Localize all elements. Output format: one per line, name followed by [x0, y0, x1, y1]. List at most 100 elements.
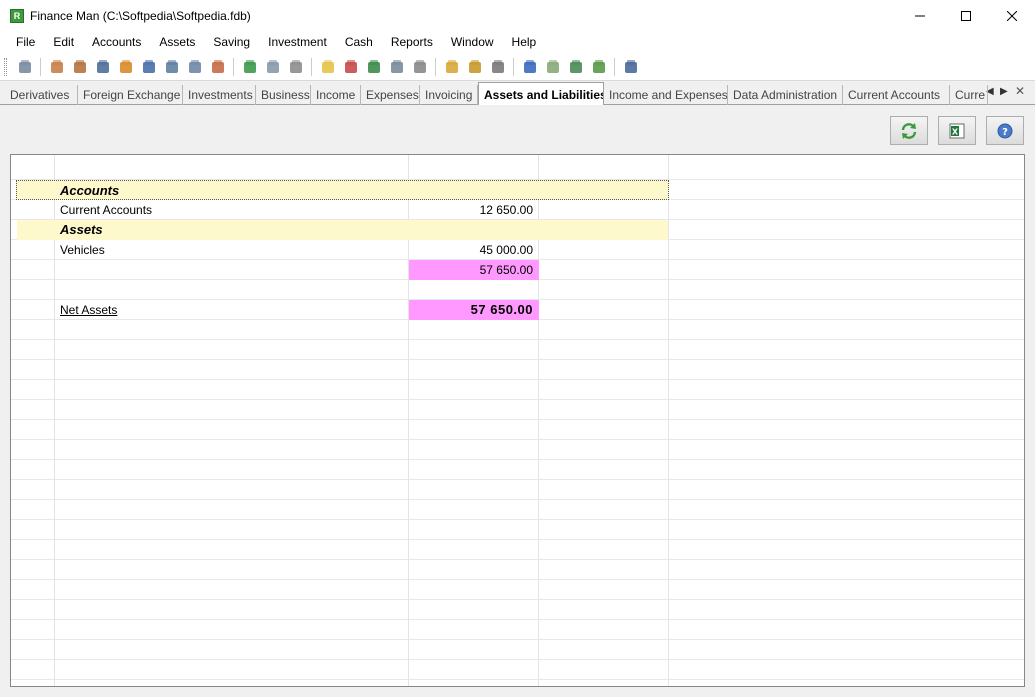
tab-income-and-expenses[interactable]: Income and Expenses — [604, 85, 728, 105]
calculator-icon[interactable] — [489, 58, 507, 76]
tab-next-icon[interactable]: ▶ — [1000, 86, 1008, 97]
menu-file[interactable]: File — [7, 31, 44, 54]
help-button[interactable]: ? — [986, 116, 1024, 145]
assets-subtotal-row[interactable]: 57 650.00 — [11, 260, 1024, 280]
printer-icon[interactable] — [287, 58, 305, 76]
grid-row[interactable] — [11, 640, 1024, 660]
house-icon[interactable] — [117, 58, 135, 76]
vehicles-row[interactable]: Vehicles 45 000.00 — [11, 240, 1024, 260]
grid-row[interactable] — [11, 600, 1024, 620]
basket-icon[interactable] — [411, 58, 429, 76]
form-icon[interactable] — [622, 58, 640, 76]
close-icon — [1007, 10, 1017, 21]
truck-icon[interactable] — [163, 58, 181, 76]
person-card-icon[interactable] — [209, 58, 227, 76]
menu-saving[interactable]: Saving — [204, 31, 259, 54]
assets-section-row[interactable]: Assets — [17, 220, 668, 240]
grid-row[interactable] — [11, 680, 1024, 686]
tab-curre[interactable]: Curre — [950, 85, 988, 105]
menu-investment[interactable]: Investment — [259, 31, 336, 54]
toolbar-separator — [233, 58, 234, 76]
maximize-button[interactable] — [943, 0, 989, 31]
tab-investments[interactable]: Investments — [183, 85, 256, 105]
net-assets-row[interactable]: Net Assets 57 650.00 — [11, 300, 1024, 320]
house-people-icon[interactable] — [71, 58, 89, 76]
menu-cash[interactable]: Cash — [336, 31, 382, 54]
coins-stack-icon[interactable] — [466, 58, 484, 76]
menu-window[interactable]: Window — [442, 31, 503, 54]
tab-expenses[interactable]: Expenses — [361, 85, 420, 105]
grid-row[interactable] — [11, 420, 1024, 440]
bar-chart-icon[interactable] — [521, 58, 539, 76]
tab-derivatives[interactable]: Derivatives — [5, 85, 78, 105]
toolbar-separator — [614, 58, 615, 76]
toolbar-separator — [40, 58, 41, 76]
grid-row[interactable] — [11, 160, 1024, 180]
toolbar-grip[interactable] — [4, 58, 7, 76]
toolbar-separator — [435, 58, 436, 76]
tab-invoicing[interactable]: Invoicing — [420, 85, 478, 105]
tab-close-icon[interactable]: ✕ — [1015, 84, 1025, 98]
report-grid[interactable]: Accounts Current Accounts 12 650.00 Asse… — [10, 154, 1025, 687]
grid-row[interactable] — [11, 400, 1024, 420]
grid-row[interactable] — [11, 440, 1024, 460]
document-add-icon[interactable] — [544, 58, 562, 76]
accounts-section-row[interactable]: Accounts — [16, 180, 669, 200]
export-excel-button[interactable]: X — [938, 116, 976, 145]
pie-chart-icon[interactable] — [342, 58, 360, 76]
grid-row[interactable] — [11, 360, 1024, 380]
tab-data-administration[interactable]: Data Administration — [728, 85, 843, 105]
toolbar-separator — [513, 58, 514, 76]
grid-row[interactable] — [11, 580, 1024, 600]
close-button[interactable] — [989, 0, 1035, 31]
grid-row[interactable] — [11, 380, 1024, 400]
minimize-icon — [915, 15, 925, 16]
menu-accounts[interactable]: Accounts — [83, 31, 150, 54]
grid-row[interactable] — [11, 620, 1024, 640]
grid-row[interactable] — [11, 540, 1024, 560]
grid-row[interactable] — [11, 520, 1024, 540]
tab-assets-and-liabilities[interactable]: Assets and Liabilities — [478, 82, 604, 106]
grid-row[interactable] — [11, 320, 1024, 340]
tab-current-accounts[interactable]: Current Accounts — [843, 85, 950, 105]
grid-row[interactable] — [11, 500, 1024, 520]
report-panel: X ? Accounts Current Accounts 12 650.00 … — [0, 105, 1035, 697]
globe-refresh-icon[interactable] — [590, 58, 608, 76]
current-accounts-row[interactable]: Current Accounts 12 650.00 — [11, 200, 1024, 220]
money-plant-icon[interactable] — [241, 58, 259, 76]
globe-search-icon[interactable] — [567, 58, 585, 76]
grid-row[interactable] — [11, 340, 1024, 360]
tab-business[interactable]: Business — [256, 85, 311, 105]
cash-register-icon[interactable] — [264, 58, 282, 76]
computer-icon[interactable] — [186, 58, 204, 76]
car-people-icon[interactable] — [94, 58, 112, 76]
grid-row[interactable] — [11, 460, 1024, 480]
tab-income[interactable]: Income — [311, 85, 361, 105]
net-assets-value: 57 650.00 — [409, 300, 539, 320]
scanner-icon[interactable] — [388, 58, 406, 76]
coins-icon[interactable] — [443, 58, 461, 76]
tab-foreign-exchange[interactable]: Foreign Exchange — [78, 85, 183, 105]
new-document-icon[interactable] — [319, 58, 337, 76]
grid-row[interactable] — [11, 480, 1024, 500]
current-accounts-label: Current Accounts — [60, 203, 153, 217]
net-assets-link[interactable]: Net Assets — [60, 300, 117, 320]
app-icon: R — [10, 8, 24, 23]
grid-row[interactable] — [11, 560, 1024, 580]
menu-reports[interactable]: Reports — [382, 31, 442, 54]
assets-section-title: Assets — [60, 222, 103, 237]
excel-icon: X — [949, 123, 965, 138]
menu-help[interactable]: Help — [503, 31, 546, 54]
grid-row[interactable] — [11, 280, 1024, 300]
car-icon[interactable] — [140, 58, 158, 76]
globe-icon[interactable] — [365, 58, 383, 76]
title-bar: R Finance Man (C:\Softpedia\Softpedia.fd… — [0, 0, 1035, 31]
minimize-button[interactable] — [897, 0, 943, 31]
menu-assets[interactable]: Assets — [150, 31, 204, 54]
maximize-icon — [961, 10, 971, 21]
refresh-button[interactable] — [890, 116, 928, 145]
person-icon[interactable] — [48, 58, 66, 76]
bank-icon[interactable] — [16, 58, 34, 76]
menu-edit[interactable]: Edit — [44, 31, 83, 54]
grid-row[interactable] — [11, 660, 1024, 680]
